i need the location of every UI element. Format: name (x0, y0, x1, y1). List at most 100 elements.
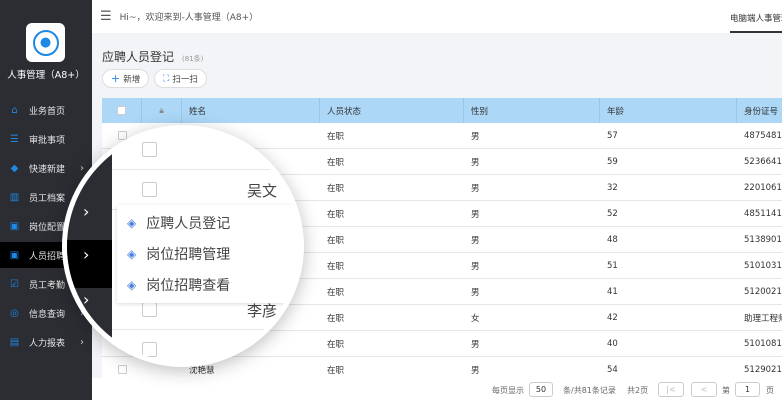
cell-id: 51389019 (744, 234, 782, 245)
add-label: 新增 (123, 74, 141, 85)
cell-id: 48511419 (744, 208, 782, 219)
chevron-right-icon[interactable]: › (83, 245, 89, 264)
row-checkbox[interactable] (142, 302, 157, 317)
cell-age: 41 (607, 286, 618, 297)
menu-icon[interactable]: ☰ (100, 9, 112, 24)
sidebar-item-label: 员工档案 (29, 193, 66, 204)
row-checkbox[interactable] (142, 342, 157, 357)
col-age[interactable]: 年龄 (600, 98, 737, 123)
tab-pc-hr[interactable]: 电脑端人事管理 (730, 12, 782, 33)
sidebar-item-label: 人力报表 (29, 338, 66, 349)
sidebar-item-label: 人员招聘 (29, 251, 66, 262)
cell-status: 在职 (327, 287, 345, 298)
pagination: 每页显示 50 条/共81条记录 共2页 |< < 第 1 页 (92, 378, 782, 400)
page-prefix: 第 (722, 386, 730, 395)
col-status[interactable]: 人员状态 (320, 98, 464, 123)
cell-id: 52366419 (744, 156, 782, 167)
list-icon: ☰ (10, 133, 19, 145)
cell-age: 52 (607, 208, 618, 219)
lock-icon: 🔒︎ (142, 98, 182, 123)
total-records: 条/共81条记录 (563, 386, 616, 395)
per-page-input[interactable]: 50 (529, 382, 553, 397)
row-checkbox[interactable] (117, 365, 127, 374)
cell-id: 51200219 (744, 286, 782, 297)
recruit-submenu: ◈ 应聘人员登记 ◈ 岗位招聘管理 ◈ 岗位招聘查看 (117, 205, 299, 303)
page-input[interactable]: 1 (735, 382, 760, 397)
topbar: ☰ Hi~，欢迎来到-人事管理（A8+） 电脑端人事管理 (92, 0, 782, 33)
magnifier-overlay: › › › 吴文 李彦 ◈ 应聘人员登记 ◈ 岗位招聘管理 ◈ 岗位招聘查看 (62, 125, 304, 367)
submenu-position-manage[interactable]: ◈ 岗位招聘管理 (127, 239, 230, 269)
cell-age: 57 (607, 130, 618, 141)
layers-icon: ◆ (10, 162, 19, 174)
cell-id: 51010819 (744, 338, 782, 349)
chevron-right-icon: › (83, 290, 90, 309)
magnified-row (112, 130, 299, 170)
sidebar-item-label: 员工考勤 (29, 280, 66, 291)
first-page-button[interactable]: |< (658, 382, 684, 397)
cell-status: 在职 (327, 183, 345, 194)
prev-page-button[interactable]: < (691, 382, 717, 397)
cell-status: 在职 (327, 157, 345, 168)
page-suffix: 页 (766, 386, 774, 395)
sidebar-item-label: 快速新建 (29, 164, 66, 175)
cell-gender: 男 (471, 235, 480, 246)
col-name[interactable]: 姓名 (182, 98, 320, 123)
scan-icon: ⛶ (163, 73, 170, 84)
select-all-checkbox[interactable] (117, 106, 126, 115)
cell-age: 32 (607, 182, 618, 193)
cell-status: 在职 (327, 209, 345, 220)
add-button[interactable]: + 新增 (102, 69, 150, 88)
cell-id: 48754819 (744, 130, 782, 141)
cell-status: 在职 (327, 261, 345, 272)
per-page-label: 每页显示 (492, 386, 524, 395)
cell-id: 助理工程师 (744, 313, 782, 324)
cell-gender: 男 (471, 261, 480, 272)
submenu-position-view[interactable]: ◈ 岗位招聘查看 (127, 270, 230, 300)
cell-age: 59 (607, 156, 618, 167)
cell-id: 51010319 (744, 260, 782, 271)
search-icon: ◎ (10, 307, 19, 319)
user-icon: ● (32, 29, 59, 56)
submenu-label: 应聘人员登记 (146, 216, 231, 232)
cell-gender: 男 (471, 287, 480, 298)
welcome-text: Hi~，欢迎来到-人事管理（A8+） (119, 13, 259, 23)
layers-icon: ◈ (127, 247, 137, 261)
cell-gender: 男 (471, 339, 480, 350)
cell-age: 40 (607, 338, 618, 349)
submenu-applicant-register[interactable]: ◈ 应聘人员登记 (127, 208, 230, 238)
position-icon: ▣ (9, 220, 20, 232)
row-checkbox[interactable] (142, 142, 157, 157)
attendance-icon: ☑ (10, 278, 19, 290)
cell-id: 22010619 (744, 182, 782, 193)
sidebar-item-0[interactable]: ⌂ 业务首页 (0, 97, 92, 123)
archive-icon: ▥ (9, 191, 20, 203)
col-gender[interactable]: 性别 (464, 98, 600, 123)
sidebar-item-label: 信息查询 (29, 309, 66, 320)
cell-age: 48 (607, 234, 618, 245)
chart-icon: ▤ (9, 336, 20, 348)
magnified-active-item (67, 240, 112, 288)
row-checkbox[interactable] (142, 182, 157, 197)
cell-gender: 男 (471, 131, 480, 142)
cell-gender: 男 (471, 183, 480, 194)
scan-button[interactable]: ⛶ 扫一扫 (154, 69, 207, 88)
cell-status: 在职 (327, 339, 345, 350)
total-pages: 共2页 (627, 386, 649, 395)
col-id[interactable]: 身份证号 (737, 98, 782, 123)
name-cell: 李彦 (247, 302, 278, 320)
page-title: 应聘人员登记 (81条) (102, 48, 203, 65)
scan-label: 扫一扫 (172, 74, 198, 85)
submenu-label: 岗位招聘管理 (146, 247, 231, 263)
submenu-label: 岗位招聘查看 (146, 278, 231, 294)
table-header: 🔒︎ 姓名 人员状态 性别 年龄 身份证号 (102, 98, 782, 123)
sidebar-item-label: 业务首页 (29, 106, 66, 117)
cell-status: 在职 (327, 131, 345, 142)
chevron-right-icon: › (83, 202, 90, 221)
layers-icon: ◈ (127, 216, 137, 230)
plus-icon: + (111, 72, 121, 85)
cell-status: 在职 (327, 313, 345, 324)
cell-age: 51 (607, 260, 618, 271)
layers-icon: ◈ (127, 278, 137, 292)
magnified-row (112, 330, 299, 362)
cell-gender: 女 (471, 313, 480, 324)
